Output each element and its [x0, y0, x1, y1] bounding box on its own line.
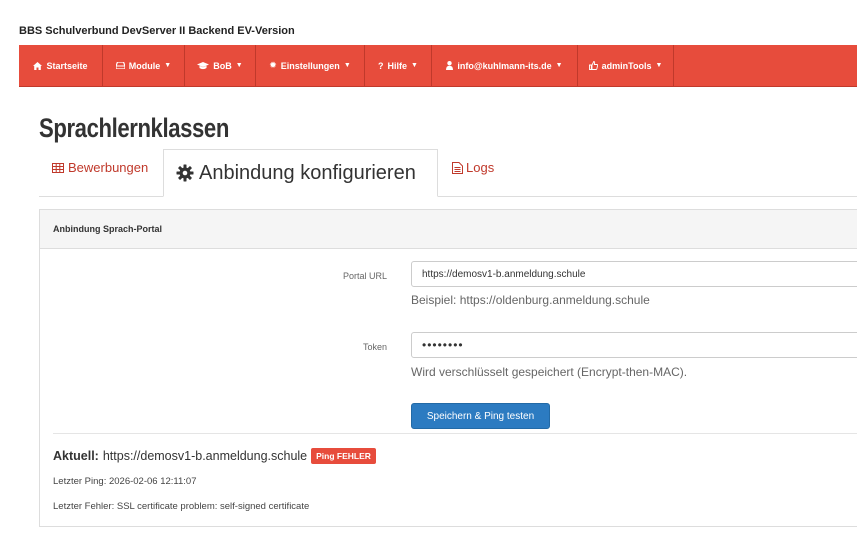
nav-item-hilfe[interactable]: ? Hilfe ▼ [365, 45, 432, 86]
tab-logs[interactable]: Logs [452, 160, 494, 175]
question-icon: ? [378, 60, 384, 71]
tab-label-bewerbungen: Bewerbungen [68, 160, 149, 175]
last-ping: Letzter Ping: 2026-02-06 12:11:07 [53, 476, 197, 487]
panel-heading-title: Anbindung Sprach-Portal [53, 224, 162, 234]
nav-label-einstellungen: Einstellungen [280, 60, 340, 71]
cog-icon [176, 164, 194, 182]
nav-label-user: info@kuhlmann-its.de [457, 60, 552, 71]
caret-down-icon: ▼ [655, 62, 663, 69]
token-label: Token [362, 342, 387, 352]
nav-item-bob[interactable]: BoB ▼ [185, 45, 256, 86]
token-input[interactable] [411, 332, 857, 358]
tab-bewerbungen[interactable]: Bewerbungen [52, 160, 148, 175]
last-error: Letzter Fehler: SSL certificate problem:… [53, 501, 310, 512]
nav-item-einstellungen[interactable]: ✹ Einstellungen ▼ [256, 45, 365, 86]
main-navbar: Startseite Module ▼ BoB ▼ ✹ Einstellunge… [19, 45, 857, 87]
panel-heading: Anbindung Sprach-Portal [40, 210, 857, 249]
tab-label-anbindung: Anbindung konfigurieren [199, 161, 416, 184]
nav-item-module[interactable]: Module ▼ [103, 45, 185, 86]
portal-url-label: Portal URL [342, 271, 387, 281]
nav-label-bob: BoB [213, 60, 232, 71]
caret-down-icon: ▼ [411, 62, 418, 69]
thumbs-up-icon [588, 61, 598, 70]
user-icon [446, 61, 454, 70]
page-title: Sprachlernklassen [39, 113, 229, 143]
current-url: https://demosv1-b.anmeldung.schule [102, 449, 308, 463]
graduation-cap-icon [197, 61, 210, 70]
caret-down-icon: ▼ [164, 62, 172, 69]
caret-down-icon: ▼ [343, 62, 351, 69]
portal-url-input[interactable] [411, 261, 857, 287]
nav-label-module: Module [128, 60, 161, 71]
caret-down-icon: ▼ [555, 62, 563, 69]
table-icon [52, 162, 64, 173]
tab-label-logs: Logs [466, 160, 495, 175]
nav-item-admintools[interactable]: adminTools ▼ [578, 45, 674, 86]
panel-anbindung: Anbindung Sprach-Portal Portal URL Beisp… [39, 209, 857, 527]
status-badge: Ping FEHLER [311, 448, 376, 464]
nav-item-user[interactable]: info@kuhlmann-its.de ▼ [432, 45, 578, 86]
caret-down-icon: ▼ [235, 62, 243, 69]
portal-url-help: Beispiel: https://oldenburg.anmeldung.sc… [411, 293, 650, 307]
current-label: Aktuell: [53, 449, 99, 463]
save-and-ping-button[interactable]: Speichern & Ping testen [411, 403, 550, 429]
token-help: Wird verschlüsselt gespeichert (Encrypt-… [411, 365, 688, 379]
cog-icon: ✹ [269, 60, 277, 70]
home-icon [33, 61, 43, 70]
nav-label-admintools: adminTools [601, 60, 652, 71]
hdd-icon [115, 62, 125, 69]
nav-label-hilfe: Hilfe [387, 60, 408, 71]
panel-divider [53, 433, 857, 434]
nav-item-startseite[interactable]: Startseite [19, 45, 103, 86]
tabs-divider [39, 196, 857, 197]
tab-anbindung-konfigurieren[interactable]: Anbindung konfigurieren [163, 149, 438, 197]
current-status: Aktuell: https://demosv1-b.anmeldung.sch… [53, 448, 376, 464]
file-text-icon [452, 161, 463, 174]
app-title: BBS Schulverbund DevServer II Backend EV… [19, 25, 295, 37]
nav-label-startseite: Startseite [46, 60, 88, 71]
